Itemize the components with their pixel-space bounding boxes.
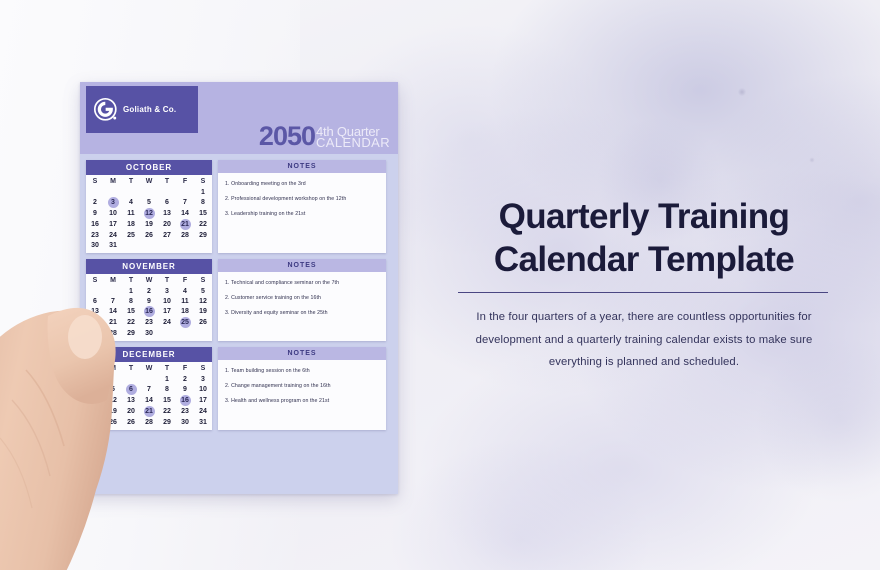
calendar-card-october: OCTOBER S M T W T F S 1 2 3 4 5 6 7 8 9 10 11 12 13 14 15 16 17 1… <box>86 160 212 253</box>
day-cell[interactable]: 7 <box>176 197 194 208</box>
note-item: 2. Customer service training on the 16th <box>225 295 321 301</box>
day-cell-empty <box>86 187 104 197</box>
notes-body: 1. Onboarding meeting on the 3rd 2. Profe… <box>218 173 386 223</box>
weekday-header: S <box>92 178 98 185</box>
note-item: 1. Team building session on the 6th <box>225 368 310 374</box>
day-cell[interactable]: 29 <box>194 230 212 240</box>
day-cell[interactable]: 13 <box>158 208 176 219</box>
divider <box>458 292 828 293</box>
day-cell-empty <box>140 187 158 197</box>
calendar-title: 2050 4th Quarter CALENDAR <box>258 121 390 152</box>
circle-g-logo-icon <box>93 97 117 121</box>
day-cell[interactable]: 17 <box>104 219 122 230</box>
day-cell-empty <box>176 240 194 250</box>
week-row: 23 24 25 26 27 28 29 <box>86 230 212 240</box>
day-cell[interactable]: 21 <box>176 219 194 230</box>
day-cell[interactable]: 11 <box>122 208 140 219</box>
notes-body: 1. Technical and compliance seminar on t… <box>218 272 386 322</box>
notes-header: NOTES <box>218 160 386 173</box>
month-grid: SMTWTFS123456789101112131415161718192021… <box>86 177 212 250</box>
day-cell[interactable]: 4 <box>122 197 140 208</box>
day-cell[interactable]: 16 <box>86 219 104 230</box>
day-cell[interactable]: 25 <box>122 230 140 240</box>
day-cell[interactable]: 19 <box>140 219 158 230</box>
note-item: 3. Diversity and equity seminar on the 2… <box>225 310 328 316</box>
note-item: 3. Leadership training on the 21st <box>225 211 306 217</box>
day-highlight: 3 <box>107 197 119 208</box>
note-item: 1. Technical and compliance seminar on t… <box>225 280 340 286</box>
calendar-year: 2050 <box>258 121 316 152</box>
day-cell-empty <box>104 187 122 197</box>
day-cell[interactable]: 5 <box>140 197 158 208</box>
day-cell[interactable]: 23 <box>86 230 104 240</box>
month-row: OCTOBER S M T W T F S 1 2 3 4 5 6 7 8 9 10 11 12 13 14 15 16 17 1… <box>86 160 392 253</box>
hand-holding-calendar <box>0 307 116 570</box>
note-item: 2. Professional development workshop on … <box>225 196 347 202</box>
weekday-header-row: SMTWTFS <box>86 177 212 187</box>
week-row: 16 17 18 19 20 21 22 <box>86 219 212 230</box>
notes-card: NOTES 1. Onboarding meeting on the 3rd 2. … <box>218 160 386 253</box>
day-cell-empty <box>140 240 158 250</box>
week-row: 2345678 <box>86 197 212 208</box>
day-cell[interactable]: 6 <box>158 197 176 208</box>
day-cell[interactable]: 1 <box>194 187 212 197</box>
month-name: OCTOBER <box>86 160 212 175</box>
week-row: 30 31 <box>86 240 212 250</box>
day-cell-empty <box>122 187 140 197</box>
day-cell[interactable]: 9 <box>86 208 104 219</box>
calendar-page-header: Goliath & Co. 2050 4th Quarter CALENDAR <box>80 82 398 154</box>
day-cell[interactable]: 10 <box>104 208 122 219</box>
week-row: 9 10 11 12 13 14 15 <box>86 208 212 219</box>
day-cell[interactable]: 12 <box>140 208 158 219</box>
calendar-quarter-block: 4th Quarter CALENDAR <box>316 125 390 149</box>
day-cell[interactable]: 15 <box>194 208 212 219</box>
note-item: 3. Health and wellness program on the 21… <box>225 398 330 404</box>
day-cell-empty <box>158 187 176 197</box>
note-item: 1. Onboarding meeting on the 3rd <box>225 181 306 187</box>
day-cell[interactable]: 8 <box>194 197 212 208</box>
day-cell-empty <box>122 240 140 250</box>
weekday-header: T <box>164 178 170 185</box>
notes-header: NOTES <box>218 347 386 360</box>
day-highlight: 21 <box>179 219 191 230</box>
notes-body: 1. Team building session on the 6th 2. Ch… <box>218 360 386 410</box>
page-title: Quarterly Training Calendar Template <box>493 197 795 279</box>
weekday-header: S <box>200 178 206 185</box>
day-cell[interactable]: 30 <box>86 240 104 250</box>
notes-card: NOTES 1. Technical and compliance seminar… <box>218 259 386 341</box>
week-row: 1 <box>86 187 212 197</box>
day-cell-empty <box>176 187 194 197</box>
day-cell[interactable]: 14 <box>176 208 194 219</box>
day-cell[interactable]: 28 <box>176 230 194 240</box>
notes-card: NOTES 1. Team building session on the 6th… <box>218 347 386 430</box>
day-cell[interactable]: 27 <box>158 230 176 240</box>
weekday-header: M <box>110 178 116 185</box>
day-cell-empty <box>158 240 176 250</box>
note-item: 2. Change management training on the 16t… <box>225 383 331 389</box>
calendar-type: CALENDAR <box>316 135 390 150</box>
day-cell[interactable]: 22 <box>194 219 212 230</box>
day-highlight: 12 <box>143 208 155 219</box>
day-cell[interactable]: 18 <box>122 219 140 230</box>
weekday-header: F <box>182 178 188 185</box>
day-cell[interactable]: 2 <box>86 197 104 208</box>
day-cell[interactable]: 24 <box>104 230 122 240</box>
brand-name: Goliath & Co. <box>123 105 177 114</box>
day-cell-empty <box>194 240 212 250</box>
day-cell[interactable]: 26 <box>140 230 158 240</box>
notes-header: NOTES <box>218 259 386 272</box>
weekday-header: W <box>145 178 153 185</box>
weekday-header: T <box>128 178 134 185</box>
marketing-panel: Quarterly Training Calendar Template In … <box>440 0 880 570</box>
page-description: In the four quarters of a year, there ar… <box>475 311 813 369</box>
day-cell[interactable]: 3 <box>104 197 122 208</box>
brand-logo-block: Goliath & Co. <box>86 86 198 133</box>
day-cell[interactable]: 20 <box>158 219 176 230</box>
day-cell[interactable]: 31 <box>104 240 122 250</box>
